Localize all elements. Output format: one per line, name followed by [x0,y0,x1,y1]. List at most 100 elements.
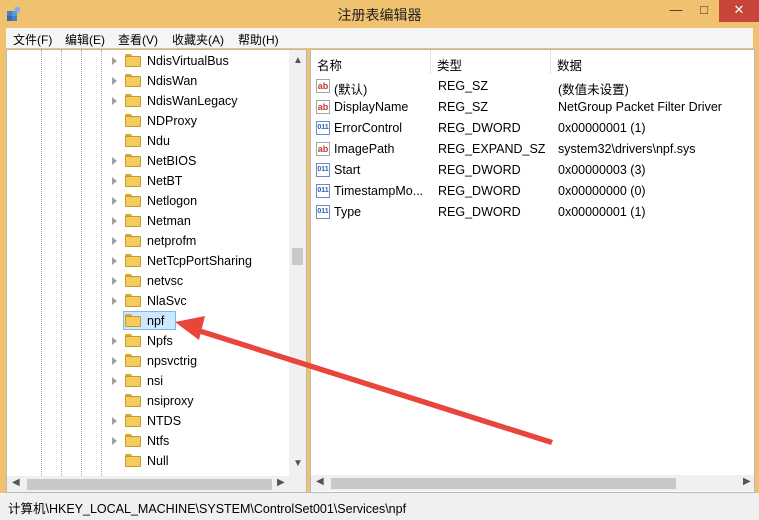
column-header-name[interactable]: 名称 [311,50,431,74]
tree-item-label: netprofm [147,234,197,248]
menu-favorites[interactable]: 收藏夹(A) [172,31,224,48]
expand-icon[interactable] [112,257,117,265]
maximize-icon: □ [700,2,708,17]
menu-view[interactable]: 查看(V) [118,31,158,48]
expand-icon[interactable] [112,297,117,305]
expand-icon[interactable] [112,377,117,385]
scroll-right-icon[interactable]: ▶ [277,477,285,488]
folder-icon [125,254,141,267]
menu-edit[interactable]: 编辑(E) [65,31,105,48]
values-pane[interactable]: 名称 类型 数据 ab (默认) REG_SZ (数值未设置) ab DisplayNam… [310,49,755,493]
tree-item[interactable]: Ntfs [7,431,289,451]
tree-item[interactable]: NetBIOS [7,151,289,171]
folder-icon [125,394,141,407]
tree-item-label: Npfs [147,334,173,348]
tree-item-label: npf [147,314,165,328]
folder-icon [125,354,141,367]
expand-icon[interactable] [112,77,117,85]
tree-item-label: NlaSvc [147,294,187,308]
expand-icon[interactable] [112,217,117,225]
string-value-icon: ab [316,100,330,114]
tree-item[interactable]: netprofm [7,231,289,251]
folder-icon [125,54,141,67]
value-data: system32\drivers\npf.sys [558,142,696,156]
value-data: 0x00000001 (1) [558,205,646,219]
value-type: REG_DWORD [438,163,521,177]
tree-item[interactable]: nsi [7,371,289,391]
scroll-thumb[interactable] [331,478,676,489]
expand-icon[interactable] [112,237,117,245]
tree-item[interactable]: npsvctrig [7,351,289,371]
tree-item[interactable]: nsiproxy [7,391,289,411]
value-type: REG_DWORD [438,184,521,198]
binary-value-icon: 011 [316,163,330,177]
tree-item-label: nsiproxy [147,394,194,408]
expand-icon[interactable] [112,177,117,185]
value-row[interactable]: 011 ErrorControl REG_DWORD 0x00000001 (1) [311,118,754,139]
menu-bar: 文件(F) 编辑(E) 查看(V) 收藏夹(A) 帮助(H) [6,28,753,48]
tree-item-label: npsvctrig [147,354,198,368]
tree-horizontal-scrollbar[interactable]: ◀ ▶ [7,476,289,492]
status-path: 计算机\HKEY_LOCAL_MACHINE\SYSTEM\ControlSet… [8,502,407,516]
tree-item-label: Null [147,454,169,468]
expand-icon[interactable] [112,337,117,345]
tree-item[interactable]: npf [7,311,289,331]
value-row[interactable]: 011 Start REG_DWORD 0x00000003 (3) [311,160,754,181]
tree-vertical-scrollbar[interactable]: ▲ ▼ [289,50,306,476]
tree-item[interactable]: netvsc [7,271,289,291]
scroll-left-icon[interactable]: ◀ [12,477,20,488]
scroll-down-icon[interactable]: ▼ [293,458,303,469]
tree-item[interactable]: NlaSvc [7,291,289,311]
value-data: 0x00000001 (1) [558,121,646,135]
scroll-thumb[interactable] [27,479,272,490]
value-row[interactable]: 011 Type REG_DWORD 0x00000001 (1) [311,202,754,223]
tree-item[interactable]: NdisWanLegacy [7,91,289,111]
minimize-icon: — [669,2,683,17]
expand-icon[interactable] [112,417,117,425]
column-header-type[interactable]: 类型 [431,50,551,74]
expand-icon[interactable] [112,157,117,165]
value-name: Start [334,163,361,177]
expand-icon[interactable] [112,437,117,445]
string-value-icon: ab [316,142,330,156]
tree-item[interactable]: NDProxy [7,111,289,131]
expand-icon[interactable] [112,277,117,285]
value-row[interactable]: ab ImagePath REG_EXPAND_SZ system32\drivers… [311,139,754,160]
expand-icon[interactable] [112,57,117,65]
value-data: NetGroup Packet Filter Driver [558,100,722,114]
column-header-data[interactable]: 数据 [551,50,754,74]
expand-icon[interactable] [112,357,117,365]
minimize-button[interactable]: — [662,0,690,22]
maximize-button[interactable]: □ [690,0,718,22]
tree-item-label: NTDS [147,414,182,428]
tree-item[interactable]: NdisVirtualBus [7,51,289,71]
value-row[interactable]: ab (默认) REG_SZ (数值未设置) [311,76,754,97]
tree-item-label: NetBT [147,174,183,188]
value-row[interactable]: ab DisplayName REG_SZ NetGroup Packet Filte… [311,97,754,118]
close-button[interactable]: ✕ [719,0,759,22]
expand-icon[interactable] [112,197,117,205]
tree-item[interactable]: Npfs [7,331,289,351]
scroll-thumb[interactable] [292,248,303,265]
values-horizontal-scrollbar[interactable]: ◀ ▶ [311,475,754,491]
tree-item[interactable]: NetTcpPortSharing [7,251,289,271]
scroll-right-icon[interactable]: ▶ [743,476,751,487]
expand-icon[interactable] [112,97,117,105]
tree-item[interactable]: NdisWan [7,71,289,91]
menu-file[interactable]: 文件(F) [13,31,52,48]
tree-item[interactable]: Ndu [7,131,289,151]
tree-item-label: nsi [147,374,163,388]
tree-item[interactable]: Netlogon [7,191,289,211]
title-bar[interactable]: 注册表编辑器 — □ ✕ [0,0,759,28]
tree-item[interactable]: Netman [7,211,289,231]
value-name: ErrorControl [334,121,403,135]
tree-item[interactable]: NTDS [7,411,289,431]
scroll-left-icon[interactable]: ◀ [316,476,324,487]
tree-item[interactable]: NetBT [7,171,289,191]
scroll-up-icon[interactable]: ▲ [293,55,303,66]
value-row[interactable]: 011 TimestampMo... REG_DWORD 0x00000000 (0) [311,181,754,202]
folder-icon [125,414,141,427]
tree-item[interactable]: Null [7,451,289,471]
key-tree-pane[interactable]: NdisVirtualBus NdisWan NdisWanLegacy NDProx… [6,49,307,493]
menu-help[interactable]: 帮助(H) [238,31,279,48]
